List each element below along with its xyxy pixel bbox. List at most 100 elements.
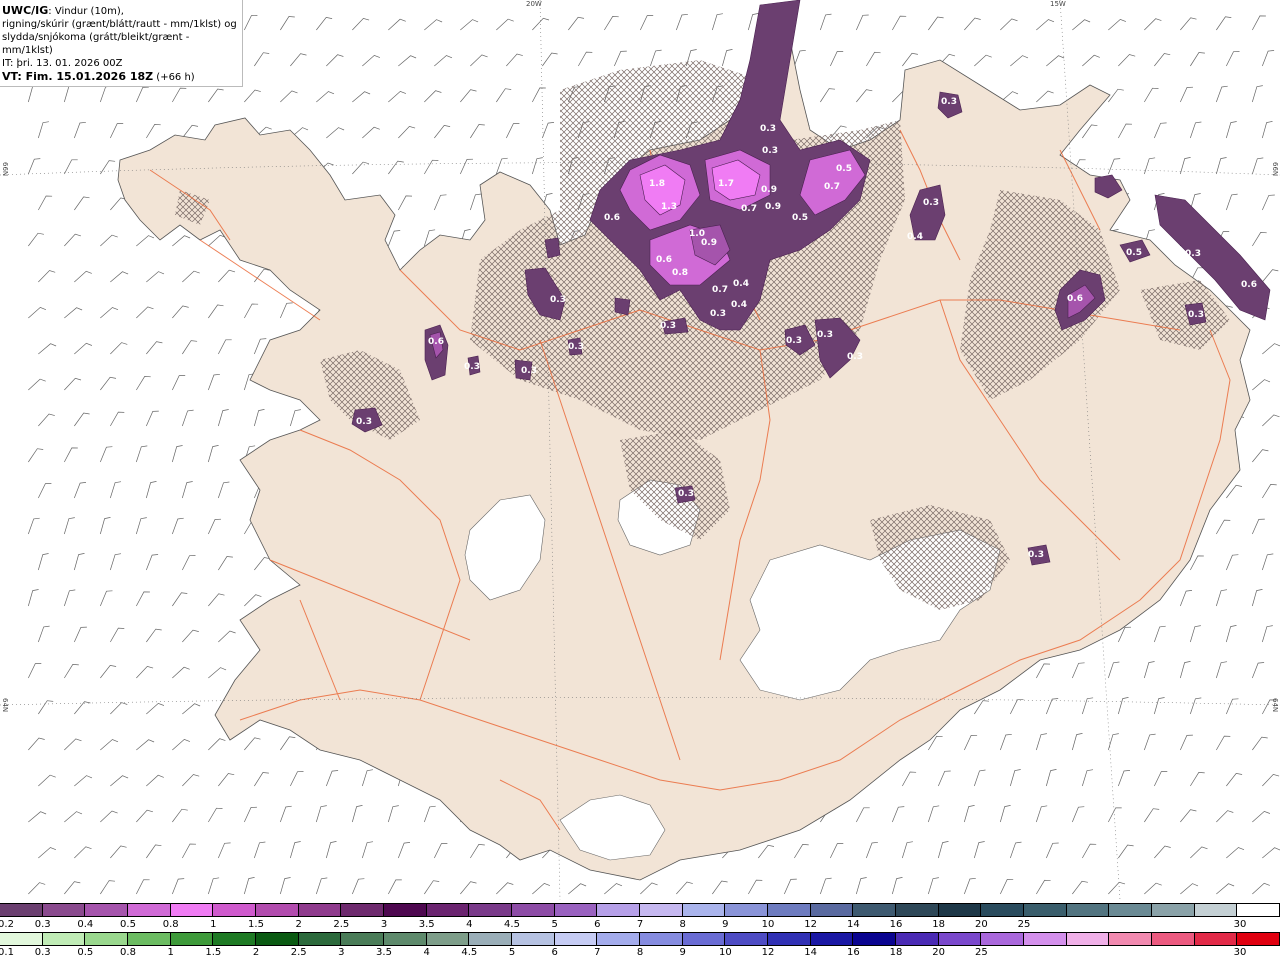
precip-value-label: 1.8: [649, 179, 665, 189]
snow_scale-swatch: [298, 904, 342, 916]
snow_scale-swatch: [1237, 904, 1280, 916]
snow-colorbar: [0, 903, 1280, 917]
snow_scale-swatch: [640, 904, 683, 916]
snow_scale-swatch: [682, 904, 726, 916]
snow_scale-swatch: [384, 904, 427, 916]
snow_scale-swatch: [426, 904, 470, 916]
snow_scale-swatch: [1066, 904, 1110, 916]
snow_scale-swatch: [469, 904, 513, 916]
snow_scale-swatch: [1152, 904, 1195, 916]
rain_scale-tick-label: 16: [846, 947, 860, 958]
coord-top-15w: 15W: [1050, 0, 1066, 8]
precip-value-label: 0.6: [604, 213, 620, 223]
rain_scale-swatch: [42, 933, 86, 945]
snow_scale-swatch: [256, 904, 299, 916]
rain_scale-swatch: [853, 933, 897, 945]
precip-value-label: 0.3: [356, 417, 372, 427]
snow_scale-swatch: [1024, 904, 1067, 916]
rain_scale-swatch: [1024, 933, 1067, 945]
rain-colorbar-ticks: 0.1 0.3 0.5 0.8 1 1.5 2 2.5 3 3.5 4 4.5 5 6 7 8 9 10 12 14 1…: [0, 947, 1280, 959]
snow_scale-swatch: [768, 904, 811, 916]
rain_scale-tick-label: 5: [508, 947, 516, 958]
precip-value-label: 0.3: [1185, 249, 1201, 259]
snow_scale-swatch: [725, 904, 769, 916]
rain_scale-swatch: [1237, 933, 1280, 945]
rain_scale-swatch: [810, 933, 854, 945]
rain_scale-tick-label: 30: [1233, 947, 1247, 958]
rain_scale-tick-label: 0.8: [120, 947, 136, 958]
valid-time: VT: Fim. 15.01.2026 18Z: [2, 70, 154, 83]
rain_scale-tick-label: 1.5: [205, 947, 222, 958]
snow_scale-tick-label: 0.5: [120, 919, 136, 930]
snow_scale-swatch: [128, 904, 171, 916]
rain_scale-tick-label: 4: [423, 947, 430, 958]
rain_scale-swatch: [768, 933, 811, 945]
precip-value-label: 0.3: [760, 124, 776, 134]
snow_scale-tick-label: 16: [889, 919, 903, 930]
snow_scale-tick-label: 3.5: [418, 919, 435, 930]
precip-value-label: 0.3: [786, 336, 802, 346]
snow_scale-swatch: [554, 904, 598, 916]
precip-value-label: 0.9: [701, 238, 717, 248]
snow_scale-swatch: [1109, 904, 1153, 916]
rain_scale-tick-label: 1: [167, 947, 174, 958]
snow_scale-swatch: [170, 904, 214, 916]
precip-value-label: 0.7: [824, 182, 840, 192]
snow_scale-tick-label: 20: [974, 919, 988, 930]
rain_scale-swatch: [1194, 933, 1238, 945]
snow_scale-swatch: [213, 904, 257, 916]
rain_scale-tick-label: 25: [974, 947, 988, 958]
precip-value-label: 0.6: [1067, 294, 1083, 304]
rain-colorbar: [0, 932, 1280, 946]
snow-colorbar-ticks: 0.2 0.3 0.4 0.5 0.8 1 1.5 2 2.5 3 3.5 4 4.5 5 6 7 8 9 10 12…: [0, 919, 1280, 931]
title-line1: : Vindur (10m),: [48, 6, 124, 17]
precip-value-label: 0.3: [847, 352, 863, 362]
precip-value-label: 0.5: [792, 213, 808, 223]
precip-value-label: 0.6: [656, 255, 672, 265]
rain_scale-tick-label: 10: [718, 947, 732, 958]
rain_scale-swatch: [640, 933, 683, 945]
snow_scale-swatch: [85, 904, 129, 916]
snow_scale-swatch: [1194, 904, 1238, 916]
precip-value-label: 1.3: [661, 202, 677, 212]
precip-value-label: 0.6: [428, 337, 444, 347]
rain_scale-swatch: [128, 933, 171, 945]
rain_scale-tick-label: 20: [932, 947, 946, 958]
precip-value-label: 0.3: [1028, 550, 1044, 560]
rain_scale-swatch: [170, 933, 214, 945]
rain_scale-swatch: [981, 933, 1025, 945]
snow_scale-swatch: [981, 904, 1025, 916]
rain_scale-swatch: [256, 933, 299, 945]
rain_scale-swatch: [512, 933, 555, 945]
rain_scale-tick-label: 4.5: [461, 947, 478, 958]
coord-left-66n: 66N: [1, 162, 9, 177]
rain_scale-tick-label: 9: [679, 947, 686, 958]
precip-value-label: 0.9: [765, 202, 781, 212]
snow_scale-tick-label: 25: [1017, 919, 1031, 930]
rain_scale-tick-label: 2.5: [290, 947, 307, 958]
precip-value-label: 0.7: [712, 285, 728, 295]
rain_scale-swatch: [469, 933, 513, 945]
rain_scale-tick-label: 0.3: [34, 947, 51, 958]
rain_scale-swatch: [85, 933, 129, 945]
lead-time: (+66 h): [153, 72, 195, 83]
precip-value-label: 0.6: [1241, 280, 1257, 290]
title-line3: slydda/snjókoma (grátt/bleikt/grænt - mm…: [2, 32, 190, 56]
rain_scale-swatch: [341, 933, 385, 945]
precip-value-label: 0.3: [521, 366, 537, 376]
init-time: IT: þri. 13. 01. 2026 00Z: [2, 58, 123, 69]
precip-value-label: 0.3: [568, 342, 584, 352]
precip-value-label: 0.3: [550, 295, 566, 305]
rain_scale-swatch: [213, 933, 257, 945]
model-name: UWC/IG: [2, 4, 49, 17]
precip-value-label: 0.3: [710, 309, 726, 319]
precip-value-label: 0.3: [464, 362, 480, 372]
rain_scale-swatch: [1109, 933, 1153, 945]
precip-value-label: 1.7: [718, 179, 734, 189]
snow_scale-tick-label: 3: [380, 919, 388, 930]
snow_scale-swatch: [42, 904, 86, 916]
rain_scale-tick-label: 14: [804, 947, 818, 958]
rain_scale-tick-label: 6: [551, 947, 558, 958]
rain_scale-swatch: [1152, 933, 1195, 945]
snow_scale-tick-label: 5: [551, 919, 558, 930]
